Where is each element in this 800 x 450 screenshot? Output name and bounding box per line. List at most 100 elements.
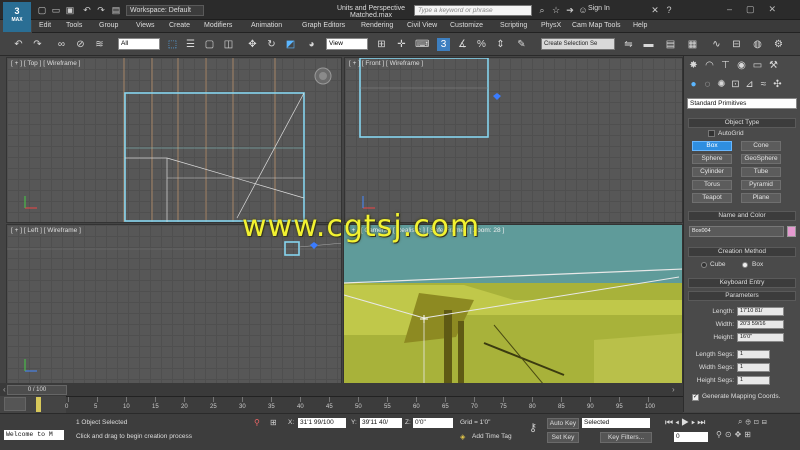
viewport-left[interactable]: [ + ] [ Left ] [ Wireframe ] — [6, 224, 342, 384]
menu-cam-map-tools[interactable]: Cam Map Tools — [572, 22, 621, 29]
pivot-center-icon[interactable]: ⊞ — [375, 38, 388, 51]
select-move-icon[interactable]: ✥ — [246, 38, 259, 51]
menu-scripting[interactable]: Scripting — [500, 22, 527, 29]
snaps-toggle-icon[interactable]: 3 — [437, 38, 450, 51]
modify-tab-icon[interactable]: ◠ — [703, 59, 716, 72]
menu-animation[interactable]: Animation — [251, 22, 282, 29]
manipulate-icon[interactable]: ✛ — [395, 38, 408, 51]
mini-curve-editor-icon[interactable] — [4, 397, 26, 411]
menu-customize[interactable]: Customize — [450, 22, 483, 29]
keyboard-shortcut-icon[interactable]: ⌨ — [415, 38, 429, 51]
reference-coordinate-dropdown[interactable]: View — [326, 38, 368, 50]
geometry-icon[interactable]: ● — [687, 78, 700, 91]
maxscript-listener[interactable]: Welcome to M — [4, 430, 64, 440]
time-slider-bar[interactable] — [0, 383, 683, 396]
project-folder-icon[interactable]: ▤ — [111, 5, 121, 15]
new-file-icon[interactable]: ▢ — [37, 5, 47, 15]
redo-icon[interactable]: ↷ — [96, 5, 106, 15]
object-color-swatch[interactable] — [787, 226, 796, 237]
menu-edit[interactable]: Edit — [39, 22, 51, 29]
toggle-ribbon-icon[interactable]: ▦ — [686, 38, 699, 51]
cube-radio[interactable] — [701, 262, 707, 268]
viewport-label-top[interactable]: [ + ] [ Top ] [ Wireframe ] — [11, 60, 80, 67]
schematic-view-icon[interactable]: ⊟ — [730, 38, 743, 51]
viewport-front[interactable]: [ + ] [ Front ] [ Wireframe ] — [344, 57, 683, 223]
cylinder-button[interactable]: Cylinder — [692, 167, 732, 177]
playback-controls[interactable]: ⏮◂▶▸⏭ — [665, 417, 707, 428]
height-field[interactable]: 16'0" — [737, 333, 784, 342]
time-slider[interactable]: 0 / 100 — [7, 385, 67, 395]
select-scale-icon[interactable]: ◩ — [284, 38, 297, 51]
x-coordinate-field[interactable]: 31'1 99/100 — [298, 418, 346, 428]
exchange-icon[interactable]: ✕ — [650, 5, 660, 15]
percent-snap-icon[interactable]: % — [475, 38, 488, 51]
cameras-icon[interactable]: ⊡ — [729, 78, 742, 91]
time-tag-icon[interactable]: ◈ — [460, 433, 465, 441]
trackbar-frame-marker[interactable] — [36, 397, 41, 412]
mirror-icon[interactable]: ⇋ — [622, 38, 635, 51]
selection-filter-dropdown[interactable]: All — [118, 38, 160, 50]
pyramid-button[interactable]: Pyramid — [741, 180, 781, 190]
render-setup-icon[interactable]: ⚙ — [772, 38, 785, 51]
y-coordinate-field[interactable]: 39'11 40/ — [360, 418, 402, 428]
select-by-name-icon[interactable]: ☰ — [184, 38, 197, 51]
window-controls[interactable]: –▢✕ — [727, 4, 790, 15]
object-name-field[interactable]: Box004 — [689, 226, 784, 237]
unlink-icon[interactable]: ⊘ — [74, 38, 87, 51]
viewport-label-left[interactable]: [ + ] [ Left ] [ Wireframe ] — [11, 227, 81, 234]
select-object-icon[interactable]: ⬚ — [166, 38, 179, 51]
menu-views[interactable]: Views — [136, 22, 155, 29]
length-segs-field[interactable]: 1 — [737, 350, 770, 359]
workspace-dropdown[interactable]: Workspace: Default — [126, 5, 204, 16]
torus-button[interactable]: Torus — [692, 180, 732, 190]
menu-physx[interactable]: PhysX — [541, 22, 561, 29]
menu-modifiers[interactable]: Modifiers — [204, 22, 232, 29]
viewport-nav-controls[interactable]: ⚲⊙✥⊞ — [716, 430, 754, 439]
app-logo[interactable]: 3 MAX — [3, 2, 31, 32]
lock-icon[interactable]: ⚲ — [254, 418, 260, 427]
align-icon[interactable]: ▬ — [642, 38, 655, 51]
primitive-category-dropdown[interactable]: Standard Primitives — [687, 98, 797, 109]
rectangular-selection-icon[interactable]: ▢ — [203, 38, 216, 51]
lights-icon[interactable]: ✺ — [715, 78, 728, 91]
rollout-keyboard-entry[interactable]: Keyboard Entry — [688, 278, 796, 288]
menu-rendering[interactable]: Rendering — [361, 22, 393, 29]
geosphere-button[interactable]: GeoSphere — [741, 154, 781, 164]
tube-button[interactable]: Tube — [741, 167, 781, 177]
star-icon[interactable]: ☆ — [551, 5, 561, 15]
utilities-tab-icon[interactable]: ⚒ — [767, 59, 780, 72]
auto-key-button[interactable]: Auto Key — [547, 418, 579, 429]
width-segs-field[interactable]: 1 — [737, 363, 770, 372]
add-time-tag[interactable]: Add Time Tag — [470, 432, 530, 442]
hierarchy-tab-icon[interactable]: ⊤ — [719, 59, 732, 72]
bind-space-warp-icon[interactable]: ≋ — [93, 38, 106, 51]
viewport-camera[interactable]: [ + ] [ Camera ] [ Realistic ] [ Safe Fr… — [343, 224, 683, 384]
sphere-button[interactable]: Sphere — [692, 154, 732, 164]
space-warps-icon[interactable]: ≈ — [757, 78, 770, 91]
systems-icon[interactable]: ✣ — [771, 78, 784, 91]
key-mode-dropdown[interactable]: Selected — [582, 418, 650, 428]
arrow-icon[interactable]: ➔ — [565, 5, 575, 15]
select-place-icon[interactable]: ◕ — [305, 38, 318, 51]
menu-group[interactable]: Group — [99, 22, 118, 29]
rollout-creation-method[interactable]: Creation Method — [688, 247, 796, 257]
box-radio[interactable] — [742, 262, 748, 268]
undo-icon[interactable]: ↶ — [82, 5, 92, 15]
absolute-mode-icon[interactable]: ⊞ — [270, 418, 277, 427]
teapot-button[interactable]: Teapot — [692, 193, 732, 203]
redo-icon[interactable]: ↷ — [31, 38, 44, 51]
zoom-controls[interactable]: ⌕⊕⊡⊟ — [738, 417, 770, 427]
open-file-icon[interactable]: ▭ — [51, 5, 61, 15]
prev-frame-icon[interactable]: ‹ — [3, 385, 6, 394]
box-button[interactable]: Box — [692, 141, 732, 151]
create-tab-icon[interactable]: ✸ — [687, 59, 700, 72]
help-icon[interactable]: ? — [664, 5, 674, 15]
rollout-parameters[interactable]: Parameters — [688, 291, 796, 301]
spinner-snap-icon[interactable]: ⇕ — [494, 38, 507, 51]
length-field[interactable]: 17'10 81/ — [737, 307, 784, 316]
height-segs-field[interactable]: 1 — [737, 376, 770, 385]
menu-tools[interactable]: Tools — [66, 22, 82, 29]
autogrid-checkbox[interactable] — [708, 130, 715, 137]
angle-snap-icon[interactable]: ∡ — [456, 38, 469, 51]
rollout-object-type[interactable]: Object Type — [688, 118, 796, 128]
